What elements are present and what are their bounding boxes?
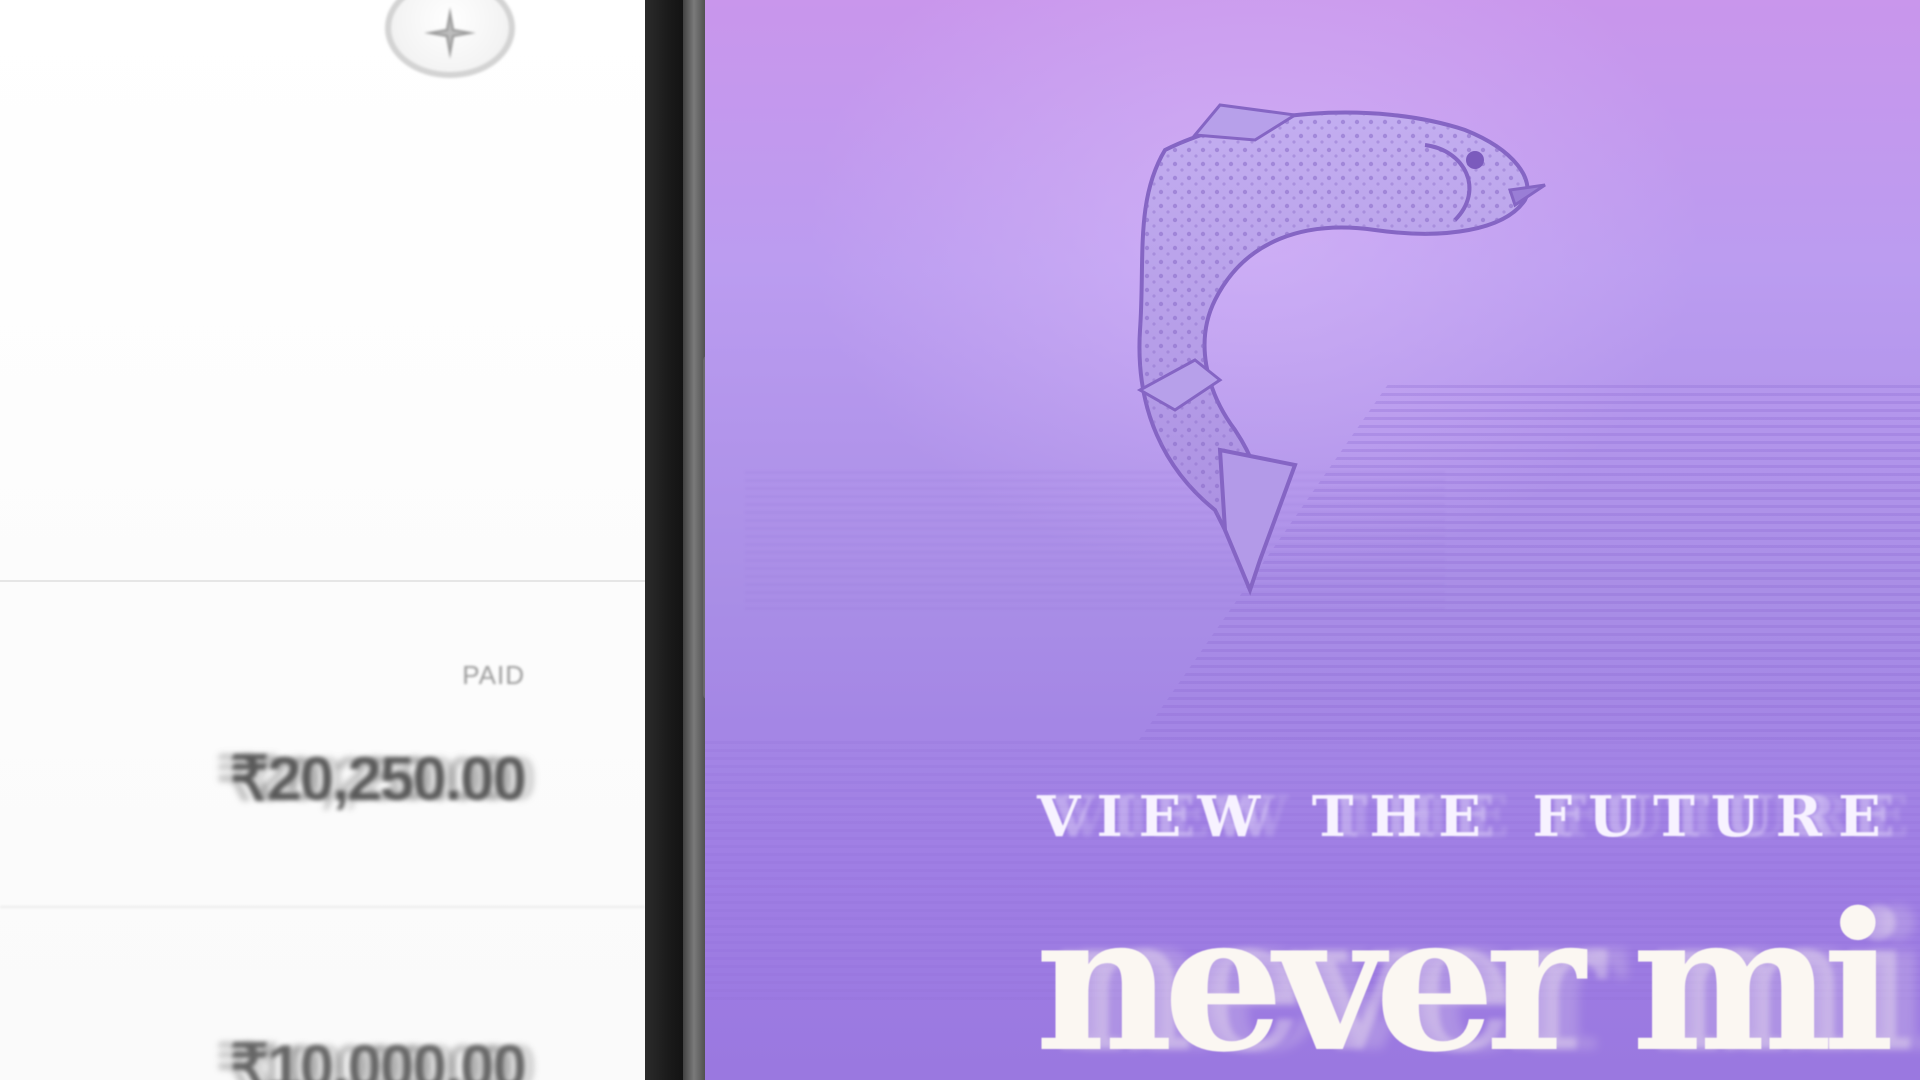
transaction-amount[interactable]: ₹20,250.00	[230, 742, 527, 815]
hero-headline: never mi	[1035, 871, 1895, 1080]
phone-screen: VIEW THE FUTURE never mi	[705, 0, 1920, 1080]
payment-status-label: PAID	[462, 660, 525, 690]
transaction-amount[interactable]: ₹10,000.00	[230, 1030, 527, 1080]
sparkle-badge-icon[interactable]	[385, 0, 515, 78]
phone-rim	[683, 0, 705, 1080]
leaping-trout-illustration	[1136, 103, 1546, 596]
sparkle-icon	[424, 7, 476, 59]
hero-eyebrow-text: VIEW THE FUTURE	[1037, 784, 1897, 850]
transactions-panel: PAID ₹20,250.00 ₹10,000.00	[0, 0, 645, 1080]
screenshot-stage: PAID ₹20,250.00 ₹10,000.00 VIEW THE FUTU…	[0, 0, 1920, 1080]
list-divider	[0, 906, 645, 908]
list-divider	[0, 580, 645, 582]
